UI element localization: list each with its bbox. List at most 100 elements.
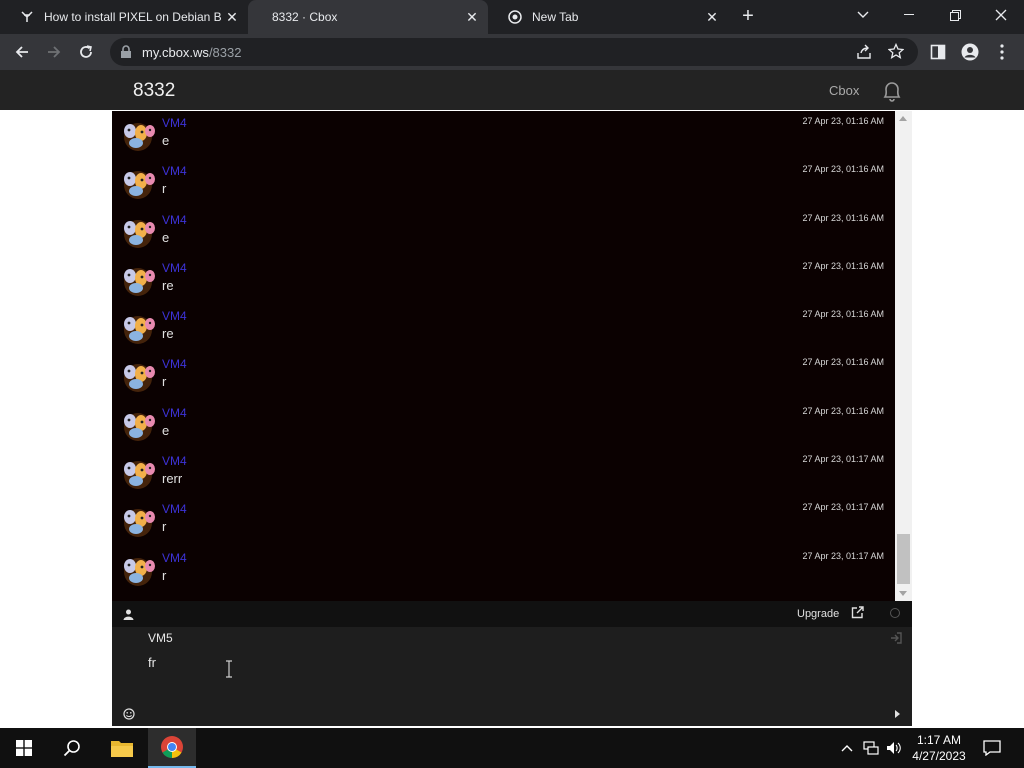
message-timestamp: 27 Apr 23, 01:16 AM [802, 212, 884, 223]
chat-message: VM4 r 27 Apr 23, 01:16 AM [112, 352, 895, 400]
close-window-icon[interactable] [978, 0, 1024, 30]
avatar[interactable] [118, 214, 158, 250]
message-text: rerr [162, 471, 183, 487]
profile-icon[interactable] [958, 40, 982, 64]
scroll-up-icon[interactable] [899, 116, 907, 121]
message-input[interactable] [148, 652, 848, 672]
address-bar[interactable]: my.cbox.ws/8332 [110, 38, 918, 66]
reload-icon[interactable] [74, 40, 98, 64]
message-username[interactable]: VM4 [162, 502, 187, 516]
chat-footer: Upgrade [112, 601, 912, 627]
tab-title: 8332 · Cbox [272, 10, 338, 24]
close-icon[interactable]: ✕ [702, 7, 722, 27]
url-host: my.cbox.ws [142, 45, 209, 60]
chrome-taskbar-icon[interactable] [148, 728, 196, 768]
message-username[interactable]: VM4 [162, 406, 187, 420]
chat-message-list[interactable]: VM4 e 27 Apr 23, 01:16 AM VM4 r 27 Apr 23, 01… [112, 111, 895, 601]
menu-icon[interactable] [990, 40, 1014, 64]
send-icon[interactable] [895, 710, 900, 718]
message-timestamp: 27 Apr 23, 01:16 AM [802, 309, 884, 320]
file-explorer-icon[interactable] [98, 728, 146, 768]
cbox-header: 8332 Cbox [0, 70, 1024, 110]
message-timestamp: 27 Apr 23, 01:16 AM [802, 405, 884, 416]
bookmark-star-icon[interactable] [887, 42, 905, 64]
message-username[interactable]: VM4 [162, 213, 187, 227]
show-hidden-icons-icon[interactable] [838, 728, 856, 768]
message-text: r [162, 519, 167, 535]
avatar[interactable] [118, 455, 158, 491]
message-text: e [162, 422, 170, 438]
chat-message: VM4 r 27 Apr 23, 01:17 AM [112, 497, 895, 545]
sign-out-icon[interactable] [890, 631, 902, 649]
avatar[interactable] [118, 503, 158, 539]
chat-scrollbar[interactable] [895, 111, 912, 601]
pixel-raspberry-icon [20, 10, 34, 24]
chrome-icon [508, 10, 522, 24]
chat-message: VM4 e 27 Apr 23, 01:16 AM [112, 111, 895, 159]
user-icon[interactable] [123, 607, 134, 625]
message-text: re [162, 277, 174, 293]
message-username[interactable]: VM4 [162, 261, 187, 275]
compose-username[interactable]: VM5 [148, 631, 173, 645]
message-timestamp: 27 Apr 23, 01:16 AM [802, 357, 884, 368]
tab-title: New Tab [532, 10, 579, 24]
browser-tab-strip: How to install PIXEL on Debian B ✕ 8332 … [0, 0, 1024, 34]
search-icon[interactable] [48, 728, 96, 768]
minimize-icon[interactable] [886, 0, 932, 30]
chat-message: VM4 rerr 27 Apr 23, 01:17 AM [112, 449, 895, 497]
network-icon[interactable] [860, 728, 882, 768]
share-icon[interactable] [856, 44, 872, 65]
avatar[interactable] [118, 165, 158, 201]
tab-cbox[interactable]: 8332 · Cbox ✕ [248, 0, 488, 34]
emoji-icon[interactable] [123, 707, 135, 725]
chat-message: VM4 r 27 Apr 23, 01:16 AM [112, 159, 895, 207]
message-username[interactable]: VM4 [162, 551, 187, 565]
message-username[interactable]: VM4 [162, 357, 187, 371]
message-text: e [162, 229, 170, 245]
message-username[interactable]: VM4 [162, 116, 187, 130]
text-cursor-icon [225, 660, 233, 683]
close-icon[interactable]: ✕ [222, 7, 242, 27]
windows-taskbar: 1:17 AM 4/27/2023 [0, 728, 1024, 768]
message-username[interactable]: VM4 [162, 454, 187, 468]
clock-date: 4/27/2023 [912, 749, 966, 763]
volume-icon[interactable] [884, 728, 904, 768]
chat-message: VM4 re 27 Apr 23, 01:16 AM [112, 256, 895, 304]
chat-message: VM4 r 27 Apr 23, 01:17 AM [112, 546, 895, 594]
side-panel-icon[interactable] [926, 40, 950, 64]
taskbar-clock[interactable]: 1:17 AM 4/27/2023 [910, 732, 968, 764]
tab-search-icon[interactable] [840, 0, 886, 30]
avatar[interactable] [118, 552, 158, 588]
avatar[interactable] [118, 310, 158, 346]
tab-title: How to install PIXEL on Debian B [44, 10, 222, 24]
scrollbar-thumb[interactable] [897, 534, 910, 584]
tab-pixel-guide[interactable]: How to install PIXEL on Debian B ✕ [0, 0, 248, 34]
close-icon[interactable]: ✕ [462, 7, 482, 27]
back-icon[interactable] [10, 40, 34, 64]
message-text: r [162, 567, 167, 583]
chat-message: VM4 e 27 Apr 23, 01:16 AM [112, 401, 895, 449]
message-timestamp: 27 Apr 23, 01:16 AM [802, 260, 884, 271]
scroll-down-icon[interactable] [899, 591, 907, 596]
windows-start-icon[interactable] [0, 728, 48, 768]
avatar[interactable] [118, 358, 158, 394]
clock-time: 1:17 AM [916, 733, 962, 747]
page-title: 8332 [133, 80, 176, 101]
avatar[interactable] [118, 117, 158, 153]
new-tab-button[interactable]: + [738, 6, 758, 27]
avatar[interactable] [118, 407, 158, 443]
restore-icon[interactable] [932, 0, 978, 30]
cbox-brand-link[interactable]: Cbox [829, 83, 859, 98]
avatar[interactable] [118, 262, 158, 298]
message-text: re [162, 326, 174, 342]
forward-icon[interactable] [42, 40, 66, 64]
tab-new-tab[interactable]: New Tab ✕ [488, 0, 728, 34]
bell-icon[interactable] [880, 79, 904, 108]
notifications-icon[interactable] [980, 728, 1004, 768]
message-username[interactable]: VM4 [162, 309, 187, 323]
status-indicator [890, 608, 900, 618]
popout-icon[interactable] [851, 606, 864, 624]
message-timestamp: 27 Apr 23, 01:16 AM [802, 164, 884, 175]
message-username[interactable]: VM4 [162, 164, 187, 178]
upgrade-link[interactable]: Upgrade [797, 608, 839, 620]
